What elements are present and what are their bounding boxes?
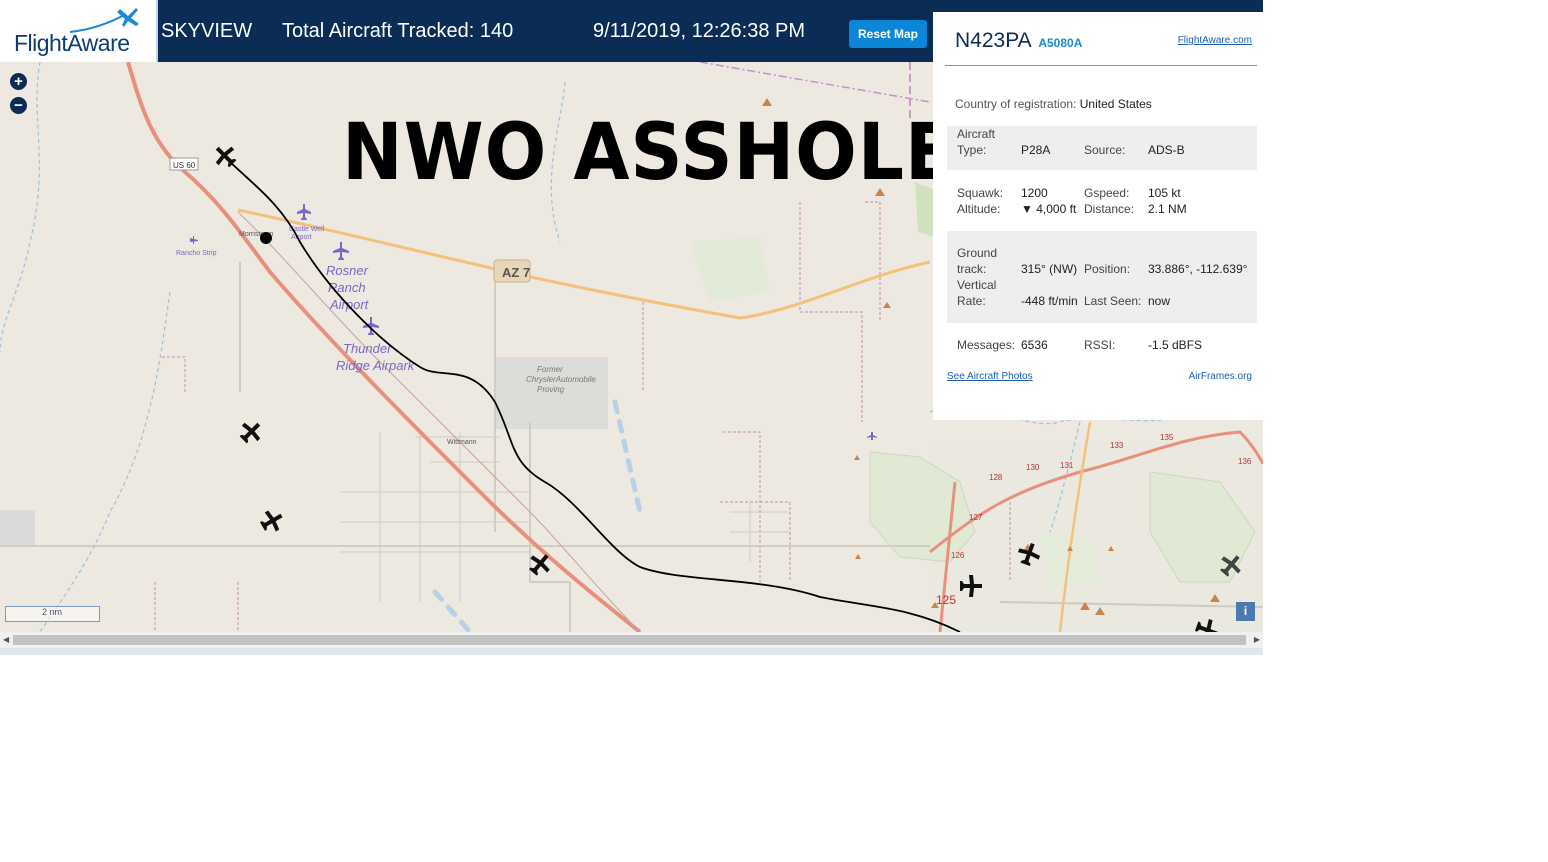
green-area-1 — [690, 237, 770, 302]
label-former-3: Proving — [537, 385, 565, 394]
label-former-1: Former — [537, 365, 563, 374]
zoom-in-icon[interactable]: + — [10, 73, 27, 90]
country-row: Country of registration: United States — [955, 97, 1152, 111]
route-label-128: 128 — [989, 473, 1003, 482]
route-label-130: 130 — [1026, 463, 1040, 472]
gray-parcel — [0, 510, 35, 545]
vrate-label-2: Rate: — [957, 294, 986, 308]
label-rosner-1: Rosner — [326, 263, 369, 278]
airport-icon-rancho — [190, 236, 198, 244]
label-rosner-3: Airport — [329, 297, 370, 312]
position-label: Position: — [1084, 262, 1131, 276]
track-label-2: track: — [957, 262, 987, 276]
route-label-125: 125 — [936, 593, 956, 607]
label-former-2: ChryslerAutomobile — [526, 375, 596, 384]
track-value: 315° (NW) — [1021, 262, 1078, 276]
label-thunder-2: Ridge Airpark — [336, 358, 416, 373]
registration-text: N423PA — [955, 29, 1031, 52]
rssi-label: RSSI: — [1084, 338, 1116, 352]
label-castle-well-airport: Airport — [291, 234, 312, 241]
source-value: ADS-B — [1148, 143, 1185, 157]
source-label: Source: — [1084, 143, 1126, 157]
label-thunder-1: Thunder — [343, 341, 392, 356]
airport-icon-rosner — [333, 242, 349, 260]
airport-icon-thunder-ridge — [363, 317, 379, 335]
reset-map-button[interactable]: Reset Map — [849, 20, 927, 48]
airplane-icon[interactable] — [235, 416, 266, 447]
label-rancho-strip: Rancho Strip — [176, 250, 217, 257]
flightaware-logo[interactable]: FlightAware — [0, 0, 158, 62]
zoom-out-icon[interactable]: − — [10, 97, 27, 114]
aircraft-type-value: P28A — [1021, 143, 1051, 157]
aircraft-registration: N423PA A5080A — [955, 29, 1082, 53]
route-label-131: 131 — [1060, 461, 1074, 470]
horizontal-scrollbar[interactable]: ◀ ▶ — [0, 632, 1263, 648]
az74-shield-label: AZ 7 — [502, 265, 530, 280]
bottom-bar — [0, 648, 1263, 655]
map-scale-bar: 2 nm — [5, 606, 100, 622]
gspeed-value: 105 kt — [1148, 186, 1181, 200]
info-icon[interactable]: i — [1236, 602, 1255, 621]
route-label-127: 127 — [969, 513, 983, 522]
airport-icon-east — [867, 432, 877, 440]
scrollbar-thumb[interactable] — [13, 635, 1246, 645]
altitude-label: Altitude: — [957, 202, 1001, 216]
squawk-value: 1200 — [1021, 186, 1048, 200]
airplane-icon[interactable] — [257, 506, 287, 536]
country-label: Country of registration: — [955, 97, 1077, 111]
route-label-126: 126 — [951, 551, 965, 560]
altitude-value: ▼ 4,000 ft — [1021, 202, 1077, 216]
distance-label: Distance: — [1084, 202, 1135, 216]
overlay-caption: NWO ASSHOLE — [342, 108, 956, 198]
selected-aircraft-marker[interactable] — [260, 232, 272, 244]
squawk-label: Squawk: — [957, 186, 1004, 200]
aircraft-detail-panel: N423PA A5080A FlightAware.com Country of… — [933, 12, 1263, 420]
gspeed-label: Gspeed: — [1084, 186, 1130, 200]
airframes-link[interactable]: AirFrames.org — [1189, 371, 1252, 382]
total-tracked: Total Aircraft Tracked: 140 — [282, 20, 514, 42]
rssi-value: -1.5 dBFS — [1148, 338, 1203, 352]
aircraft-type-label-2: Type: — [957, 143, 987, 157]
route-label-135: 135 — [1160, 433, 1174, 442]
country-value: United States — [1079, 97, 1152, 111]
scroll-right-icon[interactable]: ▶ — [1254, 635, 1260, 644]
last-seen-value: now — [1148, 294, 1171, 308]
vrate-label-1: Vertical — [957, 278, 997, 292]
route-label-136: 136 — [1238, 457, 1252, 466]
panel-divider — [945, 65, 1257, 66]
track-label-1: Ground — [957, 246, 998, 260]
app-title: SKYVIEW — [161, 20, 253, 42]
distance-value: 2.1 NM — [1148, 202, 1187, 216]
scroll-left-icon[interactable]: ◀ — [3, 635, 9, 644]
current-datetime: 9/11/2019, 12:26:38 PM — [593, 20, 806, 42]
vrate-value: -448 ft/min — [1021, 294, 1078, 308]
aircraft-type-label-1: Aircraft — [957, 127, 996, 141]
label-wittmann: Wittmann — [447, 439, 477, 446]
skyview-app: FlightAware SKYVIEW Total Aircraft Track… — [0, 0, 1263, 655]
logo-wordmark: FlightAware — [14, 30, 130, 56]
hex-code: A5080A — [1038, 36, 1083, 50]
scale-label: 2 nm — [42, 607, 63, 617]
us60-shield-label: US 60 — [173, 161, 196, 170]
airport-icon-castle-well — [297, 204, 311, 220]
position-value: 33.886°, -112.639° — [1148, 262, 1248, 276]
messages-label: Messages: — [957, 338, 1016, 352]
reservation-boundary — [699, 62, 931, 103]
route-label-133: 133 — [1110, 441, 1124, 450]
messages-value: 6536 — [1021, 338, 1048, 352]
last-seen-label: Last Seen: — [1084, 294, 1142, 308]
aircraft-photos-link[interactable]: See Aircraft Photos — [947, 371, 1033, 382]
flightaware-link[interactable]: FlightAware.com — [1178, 35, 1252, 46]
